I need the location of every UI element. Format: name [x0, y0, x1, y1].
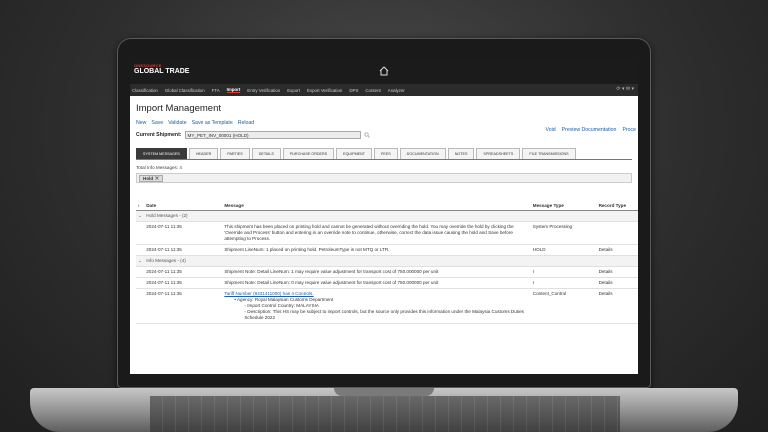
control-description: Description: This HS may be subject to i…: [244, 309, 524, 320]
tab-purchase-orders[interactable]: PURCHASE ORDERS: [282, 148, 335, 159]
row-message: Shipment LineNum: 1 placed on printing h…: [222, 244, 531, 256]
validate-link[interactable]: Validate: [168, 120, 186, 126]
row-message-type: Content_Control: [530, 288, 597, 324]
tab-system-messages[interactable]: SYSTEM MESSAGES: [136, 148, 187, 159]
row-record-type: Details: [596, 266, 638, 278]
filter-bar: Hold: [136, 173, 632, 183]
table-row: 2024-07-11 11:35 Tariff Number (84314110…: [136, 288, 638, 324]
action-links: New Save Validate Save as Template Reloa…: [136, 120, 632, 126]
save-link[interactable]: Save: [151, 120, 163, 126]
nav-user-icons[interactable]: ⟳ ▾ ✉ ▾: [616, 86, 634, 92]
hold-filter-chip[interactable]: Hold: [139, 174, 164, 182]
nav-item-export-verification[interactable]: Export Verification: [307, 88, 342, 93]
laptop-keyboard: [150, 396, 620, 432]
tariff-controls-link[interactable]: Tariff Number (8431411000) has 4 Control…: [224, 291, 313, 296]
tab-details[interactable]: DETAILS: [251, 148, 281, 159]
laptop-screen: ONESOURCE GLOBAL TRADE Classification Gl…: [130, 58, 638, 374]
control-country: Import Control Country: MALAYSIA: [247, 303, 319, 308]
preview-documentation-link[interactable]: Preview Documentation: [562, 127, 617, 133]
row-message-type: HOLD: [530, 244, 597, 256]
messages-table: › Date Message Message Type Record Type …: [136, 201, 638, 324]
table-row: 2024-07-11 11:35 Shipment Note: Detail L…: [136, 266, 638, 278]
reload-link[interactable]: Reload: [238, 120, 254, 126]
table-row: 2024-07-11 11:35 Shipment Note: Detail L…: [136, 277, 638, 289]
main-nav: Classification Global Classification FTA…: [130, 84, 638, 96]
nav-item-entry-verification[interactable]: Entry Verification: [247, 88, 280, 93]
row-record-type: [596, 221, 638, 245]
column-header-record-type[interactable]: Record Type: [596, 201, 638, 211]
current-shipment-input[interactable]: MY_PET_INV_00001 (HOLD): [184, 131, 361, 139]
row-record-type: Details: [596, 244, 638, 256]
expand-all-icon[interactable]: ›: [136, 201, 145, 211]
nav-item-import[interactable]: Import: [226, 87, 241, 93]
search-icon[interactable]: [363, 132, 370, 138]
row-date: 2024-07-11 11:35: [144, 277, 223, 289]
current-shipment-label: Current Shipment:: [136, 132, 182, 138]
row-record-type: Details: [596, 288, 638, 324]
column-header-message-type[interactable]: Message Type: [530, 201, 597, 211]
row-message-type: I: [530, 266, 597, 278]
tab-fees[interactable]: FEES: [374, 148, 398, 159]
tab-parties[interactable]: PARTIES: [220, 148, 250, 159]
group-row-info[interactable]: ⌄ Info Messages - (4): [136, 255, 638, 267]
row-message: Shipment Note: Detail LineNum: 1 may req…: [222, 266, 531, 278]
control-agency: Agency: Royal Malaysian Customs Departme…: [236, 297, 334, 302]
group-row-hold[interactable]: ⌄ Hold Messages - (2): [136, 210, 638, 222]
tab-notes[interactable]: NOTES: [447, 148, 475, 159]
save-as-template-link[interactable]: Save as Template: [192, 120, 233, 126]
tab-documentation[interactable]: DOCUMENTATION: [399, 148, 446, 159]
group-label: Info Messages - (4): [144, 255, 638, 267]
row-message: Shipment Note: Detail LineNum: 0 may req…: [222, 277, 531, 289]
chevron-down-icon[interactable]: ⌄: [136, 255, 145, 267]
row-date: 2024-07-11 11:35: [144, 266, 223, 278]
nav-item-dps[interactable]: DPS: [349, 88, 358, 93]
table-row: 2024-07-11 11:35 Shipment LineNum: 1 pla…: [136, 244, 638, 256]
table-row: 2024-07-11 11:35 This shipment has been …: [136, 221, 638, 245]
row-message-type: System Processing: [530, 221, 597, 245]
nav-item-fta[interactable]: FTA: [212, 88, 220, 93]
column-header-message[interactable]: Message: [222, 201, 531, 211]
chevron-down-icon[interactable]: ⌄: [136, 210, 145, 222]
nav-item-content[interactable]: Content: [365, 88, 380, 93]
brand-logo[interactable]: GLOBAL TRADE: [134, 68, 189, 75]
void-link[interactable]: Void: [546, 127, 556, 133]
action-links-right: Void Preview Documentation Proce: [540, 127, 636, 133]
row-message: Tariff Number (8431411000) has 4 Control…: [222, 288, 531, 324]
tab-header[interactable]: HEADER: [188, 148, 219, 159]
row-message: This shipment has been placed on printin…: [222, 221, 531, 245]
nav-item-export[interactable]: Export: [287, 88, 300, 93]
nav-item-global-classification[interactable]: Global Classification: [165, 88, 205, 93]
info-messages-count: Total Info Messages: 4: [136, 165, 182, 170]
shipment-tabs: SYSTEM MESSAGES HEADER PARTIES DETAILS P…: [136, 148, 632, 160]
row-message-type: I: [530, 277, 597, 289]
home-icon[interactable]: [378, 65, 390, 77]
app-header: ONESOURCE GLOBAL TRADE: [130, 58, 638, 84]
main-content: Import Management New Save Validate Save…: [130, 96, 638, 324]
group-label: Hold Messages - (2): [144, 210, 638, 222]
nav-item-analyzer[interactable]: Analyzer: [388, 88, 405, 93]
hold-chip-label: Hold: [143, 175, 154, 181]
close-icon[interactable]: [155, 176, 159, 180]
process-link[interactable]: Proce: [622, 127, 636, 133]
tab-spreadsheets[interactable]: SPREADSHEETS: [476, 148, 521, 159]
page-title: Import Management: [136, 103, 222, 114]
tab-file-transmissions[interactable]: FILE TRANSMISSIONS: [522, 148, 576, 159]
laptop-notch: [334, 388, 434, 396]
row-date: 2024-07-11 11:35: [144, 221, 223, 245]
table-header-row: › Date Message Message Type Record Type: [136, 201, 638, 211]
row-date: 2024-07-11 11:35: [144, 288, 223, 324]
column-header-date[interactable]: Date: [144, 201, 223, 211]
row-record-type: Details: [596, 277, 638, 289]
new-link[interactable]: New: [136, 120, 146, 126]
nav-item-classification[interactable]: Classification: [132, 88, 158, 93]
tab-equipment[interactable]: EQUIPMENT: [336, 148, 373, 159]
row-date: 2024-07-11 11:35: [144, 244, 223, 256]
